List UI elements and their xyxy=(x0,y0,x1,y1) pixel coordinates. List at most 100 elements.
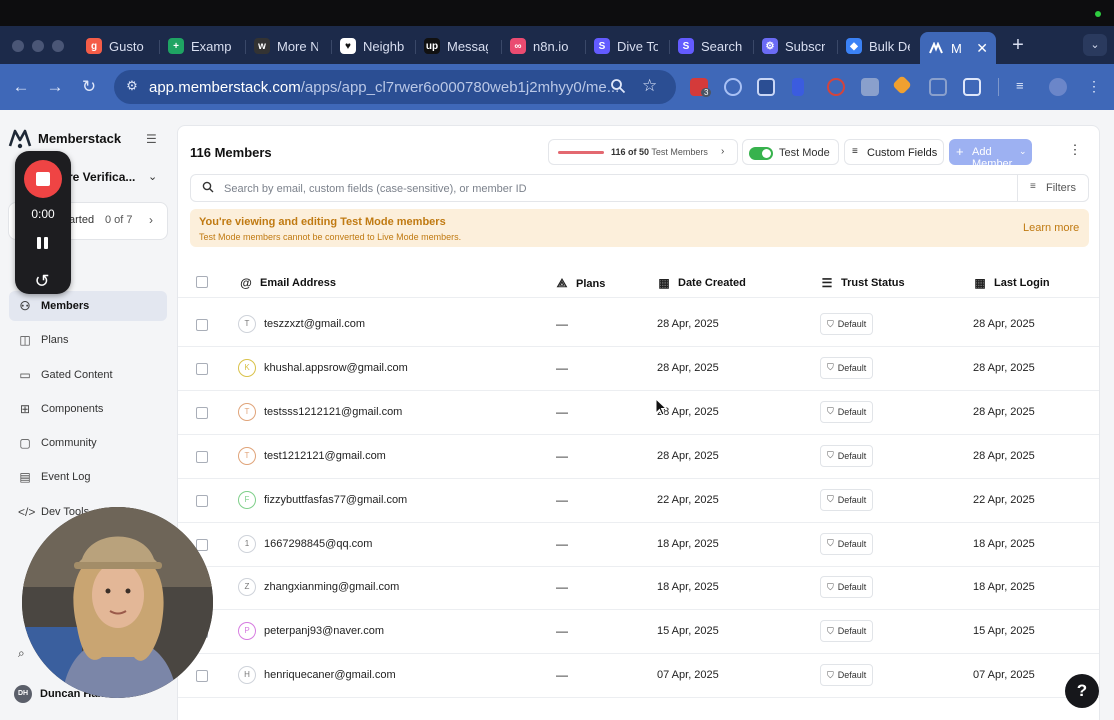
forward-arrow-icon[interactable]: → xyxy=(44,76,66,98)
tab-8[interactable]: ⚙ Subscr xyxy=(754,32,834,60)
row-checkbox[interactable] xyxy=(196,450,208,463)
email-cell[interactable]: peterpanj93@naver.com xyxy=(264,625,384,637)
browser-menu-icon[interactable]: ⋮ xyxy=(1085,78,1103,96)
test-mode-toggle[interactable]: Test Mode xyxy=(742,139,839,165)
add-member-button[interactable]: + Add Member ⌄ xyxy=(949,139,1032,170)
extension-target-icon[interactable] xyxy=(724,78,742,96)
sidebar-item-plans[interactable]: ◫ Plans xyxy=(9,325,167,355)
tab-active[interactable]: Me ✕ xyxy=(920,32,996,64)
column-date-created[interactable]: ▦ Date Created xyxy=(657,276,746,290)
sidebar-item-gated-content[interactable]: ▭ Gated Content xyxy=(9,360,167,390)
table-row[interactable]: Ppeterpanj93@naver.com — 15 Apr, 2025 ⛉ Defa… xyxy=(178,610,1099,655)
tab-6[interactable]: S Dive To xyxy=(586,32,666,60)
tab-5[interactable]: ∞ n8n.io xyxy=(502,32,582,60)
tab-2[interactable]: w More N xyxy=(246,32,326,60)
more-options-icon[interactable]: ⋮ xyxy=(1068,142,1082,162)
extension-screen-icon[interactable] xyxy=(757,78,775,96)
email-cell[interactable]: 1667298845@qq.com xyxy=(264,538,372,550)
email-cell[interactable]: henriquecaner@gmail.com xyxy=(264,669,396,681)
table-row[interactable]: 1 1667298845@qq.com — 18 Apr, 2025 ⛉ Default 1… xyxy=(178,523,1099,567)
plans-cell: — xyxy=(556,360,568,375)
window-minimize-button[interactable] xyxy=(32,40,44,52)
tab-7[interactable]: S Search xyxy=(670,32,750,60)
tab-1[interactable]: + Exampl xyxy=(160,32,240,60)
email-cell[interactable]: fizzybuttfasfas77@gmail.com xyxy=(264,494,407,506)
address-bar[interactable]: ⚙ app.memberstack.com/apps/app_cl7rwer6o… xyxy=(114,70,676,104)
stop-recording-button[interactable] xyxy=(24,160,62,198)
row-checkbox[interactable] xyxy=(196,319,208,331)
row-checkbox[interactable] xyxy=(196,494,208,507)
column-trust-status[interactable]: ☰ Trust Status xyxy=(820,276,905,290)
last-login-cell: 28 Apr, 2025 xyxy=(973,449,1035,462)
table-row[interactable]: Ttest1212121@gmail.com — 28 Apr, 2025 ⛉ Defa… xyxy=(178,435,1099,479)
bookmark-star-icon[interactable]: ☆ xyxy=(642,76,662,96)
tab-0[interactable]: g Gusto xyxy=(78,32,158,60)
memberstack-icon xyxy=(928,40,944,56)
back-arrow-icon[interactable]: ← xyxy=(10,76,32,98)
chevron-down-icon[interactable]: ⌄ xyxy=(148,170,157,183)
restart-icon[interactable]: ↺ xyxy=(30,270,54,292)
site-settings-icon[interactable]: ⚙ xyxy=(123,78,141,96)
column-plans[interactable]: ⟁ Plans xyxy=(555,276,606,291)
column-email[interactable]: @ Email Address xyxy=(239,276,336,290)
custom-fields-button[interactable]: ≡ Custom Fields xyxy=(844,139,944,165)
sidebar-item-members[interactable]: ⚇ Members xyxy=(9,291,167,321)
table-row[interactable]: Zzhangxianming@gmail.com — 18 Apr, 2025 ⛉ De… xyxy=(178,566,1099,611)
table-row[interactable]: Tteszzxzt@gmail.com — 28 Apr, 2025 ⛉ Default… xyxy=(178,303,1099,347)
pause-icon[interactable] xyxy=(35,235,51,251)
shapes-icon: ⟁ xyxy=(556,276,568,290)
profile-avatar-icon[interactable] xyxy=(1049,78,1067,96)
sidebar-item-event-log[interactable]: ▤ Event Log xyxy=(9,462,167,492)
table-row[interactable]: Hhenriquecaner@gmail.com — 07 Apr, 2025 ⛉ De… xyxy=(178,654,1099,699)
row-checkbox[interactable] xyxy=(196,362,208,375)
search-input[interactable] xyxy=(224,180,1004,198)
window-zoom-button[interactable] xyxy=(52,40,64,52)
email-cell[interactable]: teszzxzt@gmail.com xyxy=(264,318,365,330)
search-icon[interactable]: ⌕ xyxy=(18,646,25,661)
email-cell[interactable]: test1212121@gmail.com xyxy=(264,450,386,462)
email-cell[interactable]: zhangxianming@gmail.com xyxy=(264,581,399,593)
email-cell[interactable]: testsss1212121@gmail.com xyxy=(264,406,402,418)
collapse-sidebar-icon[interactable]: ☰ xyxy=(146,132,160,146)
learn-more-link[interactable]: Learn more xyxy=(1023,222,1079,234)
site-selector[interactable]: re Verifica... xyxy=(68,170,135,184)
brand[interactable]: Memberstack xyxy=(8,127,121,149)
row-checkbox[interactable] xyxy=(196,670,208,683)
extension-cube-icon[interactable] xyxy=(892,75,912,95)
tab-9[interactable]: ◆ Bulk De xyxy=(838,32,918,60)
calendar-icon: ▦ xyxy=(658,276,670,290)
window-close-button[interactable] xyxy=(12,40,24,52)
row-checkbox[interactable] xyxy=(196,538,208,551)
select-all-checkbox[interactable] xyxy=(196,276,208,288)
new-tab-button[interactable]: + xyxy=(1008,34,1028,56)
extension-flag-icon[interactable] xyxy=(792,78,804,96)
extension-circle-icon[interactable] xyxy=(827,78,845,96)
sidebar-item-community[interactable]: ▢ Community xyxy=(9,428,167,458)
date-created-cell: 15 Apr, 2025 xyxy=(657,625,719,638)
extension-camera-icon[interactable] xyxy=(861,78,879,96)
tab-search-button[interactable]: ⌄ xyxy=(1083,34,1107,56)
extension-box-icon[interactable] xyxy=(929,78,947,96)
sidebar-item-components[interactable]: ⊞ Components xyxy=(9,394,167,424)
email-cell[interactable]: khushal.appsrow@gmail.com xyxy=(264,362,408,374)
filters-button[interactable]: ≡ Filters xyxy=(1017,175,1089,201)
table-row[interactable]: Ttestsss1212121@gmail.com — 28 Apr, 2025 ⛉ D… xyxy=(178,391,1099,435)
reload-icon[interactable]: ↻ xyxy=(78,76,100,98)
column-last-login[interactable]: ▦ Last Login xyxy=(973,276,1049,290)
help-button[interactable]: ? xyxy=(1065,674,1099,708)
tab-3[interactable]: ♥ Neighb xyxy=(332,32,412,60)
tab-4[interactable]: up Messag xyxy=(416,32,496,60)
table-row[interactable]: Ffizzybuttfasfas77@gmail.com — 22 Apr, 202… xyxy=(178,479,1099,523)
extensions-puzzle-icon[interactable] xyxy=(963,78,981,96)
toggle-switch[interactable] xyxy=(749,147,773,160)
row-checkbox[interactable] xyxy=(196,406,208,419)
close-tab-icon[interactable]: ✕ xyxy=(976,40,988,57)
zoom-icon[interactable] xyxy=(610,78,628,96)
member-limit-indicator[interactable]: 116 of 50 Test Members › xyxy=(548,139,738,165)
chevron-down-icon[interactable]: ⌄ xyxy=(1019,146,1027,157)
media-control-icon[interactable]: ≡ xyxy=(1016,78,1034,96)
table-row[interactable]: Kkhushal.appsrow@gmail.com — 28 Apr, 2025 ⛉… xyxy=(178,347,1099,391)
plans-cell: — xyxy=(556,404,568,419)
webcam-bubble[interactable] xyxy=(22,507,213,698)
url-text[interactable]: app.memberstack.com/apps/app_cl7rwer6o00… xyxy=(149,79,619,96)
